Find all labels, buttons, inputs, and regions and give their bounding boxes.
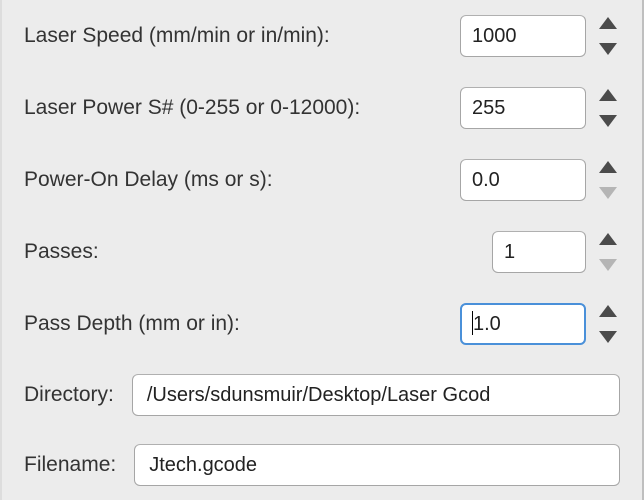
spin-up-icon[interactable] bbox=[599, 89, 617, 101]
label-power-on-delay: Power-On Delay (ms or s): bbox=[24, 168, 273, 192]
spin-up-icon[interactable] bbox=[599, 17, 617, 29]
spin-down-icon[interactable] bbox=[599, 331, 617, 343]
input-laser-speed[interactable] bbox=[460, 15, 586, 57]
row-filename: Filename: Jtech.gcode bbox=[24, 430, 620, 500]
input-pass-depth[interactable]: 1.0 bbox=[460, 303, 586, 345]
input-directory[interactable]: /Users/sdunsmuir/Desktop/Laser Gcod bbox=[132, 374, 620, 416]
input-filename-value: Jtech.gcode bbox=[149, 454, 257, 477]
input-filename[interactable]: Jtech.gcode bbox=[134, 444, 620, 486]
label-laser-power: Laser Power S# (0-255 or 0-12000): bbox=[24, 96, 360, 120]
input-directory-value: /Users/sdunsmuir/Desktop/Laser Gcod bbox=[147, 384, 490, 407]
spinner-passes bbox=[492, 231, 620, 273]
label-directory: Directory: bbox=[24, 383, 114, 407]
input-power-on-delay[interactable] bbox=[460, 159, 586, 201]
spinner-laser-speed bbox=[460, 15, 620, 57]
label-filename: Filename: bbox=[24, 453, 116, 477]
input-laser-power[interactable] bbox=[460, 87, 586, 129]
row-laser-speed: Laser Speed (mm/min or in/min): bbox=[24, 0, 620, 72]
row-power-on-delay: Power-On Delay (ms or s): bbox=[24, 144, 620, 216]
input-pass-depth-value: 1.0 bbox=[473, 313, 501, 336]
laser-settings-panel: Laser Speed (mm/min or in/min): Laser Po… bbox=[0, 0, 644, 500]
spin-down-icon[interactable] bbox=[599, 115, 617, 127]
spin-up-icon[interactable] bbox=[599, 305, 617, 317]
label-pass-depth: Pass Depth (mm or in): bbox=[24, 312, 240, 336]
spin-down-icon bbox=[599, 187, 617, 199]
input-passes[interactable] bbox=[492, 231, 586, 273]
row-pass-depth: Pass Depth (mm or in): 1.0 bbox=[24, 288, 620, 360]
spinner-power-on-delay bbox=[460, 159, 620, 201]
spin-up-icon[interactable] bbox=[599, 233, 617, 245]
row-passes: Passes: bbox=[24, 216, 620, 288]
spin-up-icon[interactable] bbox=[599, 161, 617, 173]
label-laser-speed: Laser Speed (mm/min or in/min): bbox=[24, 24, 330, 48]
row-directory: Directory: /Users/sdunsmuir/Desktop/Lase… bbox=[24, 360, 620, 430]
label-passes: Passes: bbox=[24, 240, 99, 264]
text-caret bbox=[472, 311, 473, 335]
spin-down-icon[interactable] bbox=[599, 43, 617, 55]
spin-down-icon bbox=[599, 259, 617, 271]
row-laser-power: Laser Power S# (0-255 or 0-12000): bbox=[24, 72, 620, 144]
spinner-pass-depth: 1.0 bbox=[460, 303, 620, 345]
spinner-laser-power bbox=[460, 87, 620, 129]
